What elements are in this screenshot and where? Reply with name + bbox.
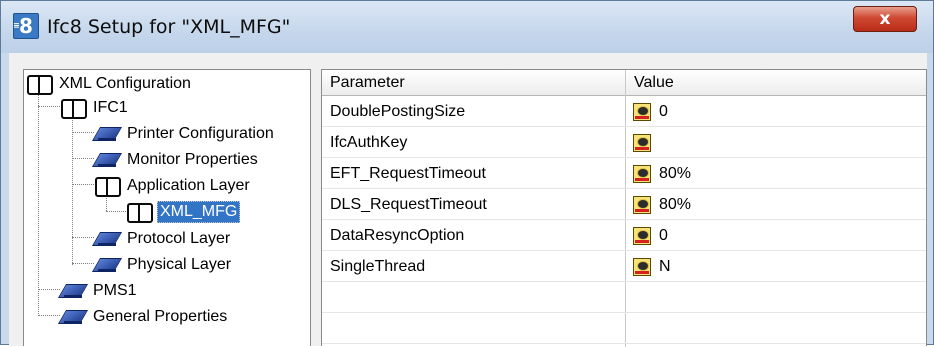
window-title: Ifc8 Setup for "XML_MFG" (47, 16, 291, 38)
table-row[interactable]: DLS_RequestTimeout 80% (322, 189, 926, 220)
book-icon (126, 202, 153, 223)
tree-item-label: XML Configuration (59, 75, 191, 92)
tree-item-ifc1[interactable]: IFC1 (60, 96, 130, 120)
table-row[interactable]: IfcAuthKey (322, 127, 926, 158)
tree-item-label: Monitor Properties (127, 151, 258, 168)
value-text: 80% (659, 196, 692, 213)
grid-header: Parameter Value (322, 70, 926, 96)
app-icon[interactable]: ≡ 8 (13, 13, 39, 39)
parameter-cell: DLS_RequestTimeout (330, 196, 487, 213)
tree-connector (72, 118, 73, 265)
book-icon (60, 98, 87, 119)
table-row[interactable]: EFT_RequestTimeout 80% (322, 158, 926, 189)
column-header-value[interactable]: Value (626, 70, 926, 96)
blue-book-icon (94, 229, 120, 249)
edit-value-icon[interactable] (633, 164, 651, 183)
tree-item-protocol-layer[interactable]: Protocol Layer (94, 227, 232, 251)
table-row[interactable]: DataResyncOption 0 (322, 220, 926, 251)
tree-connector (38, 106, 60, 107)
title-bar[interactable]: ≡ 8 Ifc8 Setup for "XML_MFG" x (1, 1, 933, 53)
book-icon (26, 74, 53, 95)
value-text: 0 (659, 227, 668, 244)
table-row[interactable]: DoublePostingSize 0 (322, 96, 926, 127)
table-row-empty[interactable] (322, 313, 926, 344)
tree-item-general-properties[interactable]: General Properties (60, 305, 229, 329)
book-icon (94, 176, 121, 197)
config-tree[interactable]: XML Configuration IFC1 Printer Configura… (23, 69, 311, 346)
tree-item-printer-configuration[interactable]: Printer Configuration (94, 122, 276, 146)
value-text: N (659, 258, 671, 275)
tree-connector (72, 132, 94, 133)
parameter-grid[interactable]: Parameter Value DoublePostingSize 0 IfcA… (321, 69, 927, 347)
table-row-empty[interactable] (322, 282, 926, 313)
tree-item-physical-layer[interactable]: Physical Layer (94, 253, 233, 277)
tree-connector (38, 92, 39, 316)
tree-connector (72, 237, 94, 238)
tree-item-label: Application Layer (127, 177, 250, 194)
parameter-cell: DoublePostingSize (330, 103, 466, 120)
tree-item-pms1[interactable]: PMS1 (60, 279, 139, 303)
parameter-cell: IfcAuthKey (330, 134, 408, 151)
value-cell[interactable]: N (626, 251, 926, 282)
value-cell[interactable]: 0 (626, 220, 926, 251)
tree-item-label: Protocol Layer (127, 230, 231, 247)
tree-connector (72, 158, 94, 159)
value-cell[interactable]: 80% (626, 189, 926, 220)
tree-connector (72, 263, 94, 264)
setup-window: ≡ 8 Ifc8 Setup for "XML_MFG" x XML Config… (0, 0, 934, 347)
client-area: XML Configuration IFC1 Printer Configura… (9, 53, 927, 347)
blue-book-icon (94, 124, 120, 144)
edit-value-icon[interactable] (633, 226, 651, 245)
tree-item-xml-mfg[interactable]: XML_MFG (126, 200, 241, 224)
blue-book-icon (60, 307, 86, 327)
tree-connector (38, 315, 60, 316)
tree-item-application-layer[interactable]: Application Layer (94, 174, 252, 198)
value-cell[interactable]: 0 (626, 96, 926, 127)
column-header-parameter[interactable]: Parameter (322, 70, 625, 96)
tree-connector (72, 184, 94, 185)
tree-item-monitor-properties[interactable]: Monitor Properties (94, 148, 260, 172)
edit-value-icon[interactable] (633, 257, 651, 276)
value-text: 80% (659, 165, 692, 182)
parameter-cell: DataResyncOption (330, 227, 465, 244)
blue-book-icon (94, 150, 120, 170)
edit-value-icon[interactable] (633, 133, 651, 152)
tree-connector (106, 196, 107, 211)
blue-book-icon (60, 281, 86, 301)
tree-connector (106, 211, 126, 212)
value-text: 0 (659, 103, 668, 120)
value-cell[interactable] (626, 127, 926, 158)
tree-item-label: XML_MFG (157, 201, 241, 223)
tree-item-label: IFC1 (93, 99, 128, 116)
close-button[interactable]: x (853, 6, 917, 32)
tree-item-label: Printer Configuration (127, 125, 274, 142)
parameter-cell: EFT_RequestTimeout (330, 165, 486, 182)
tree-item-label: Physical Layer (127, 256, 232, 273)
value-cell[interactable]: 80% (626, 158, 926, 189)
edit-value-icon[interactable] (633, 195, 651, 214)
edit-value-icon[interactable] (633, 102, 651, 121)
blue-book-icon (94, 255, 120, 275)
tree-item-label: PMS1 (93, 282, 137, 299)
table-row[interactable]: SingleThread N (322, 251, 926, 282)
tree-item-label: General Properties (93, 308, 228, 325)
parameter-cell: SingleThread (330, 258, 426, 275)
tree-item-xml-configuration[interactable]: XML Configuration (26, 72, 193, 96)
tree-connector (38, 289, 60, 290)
